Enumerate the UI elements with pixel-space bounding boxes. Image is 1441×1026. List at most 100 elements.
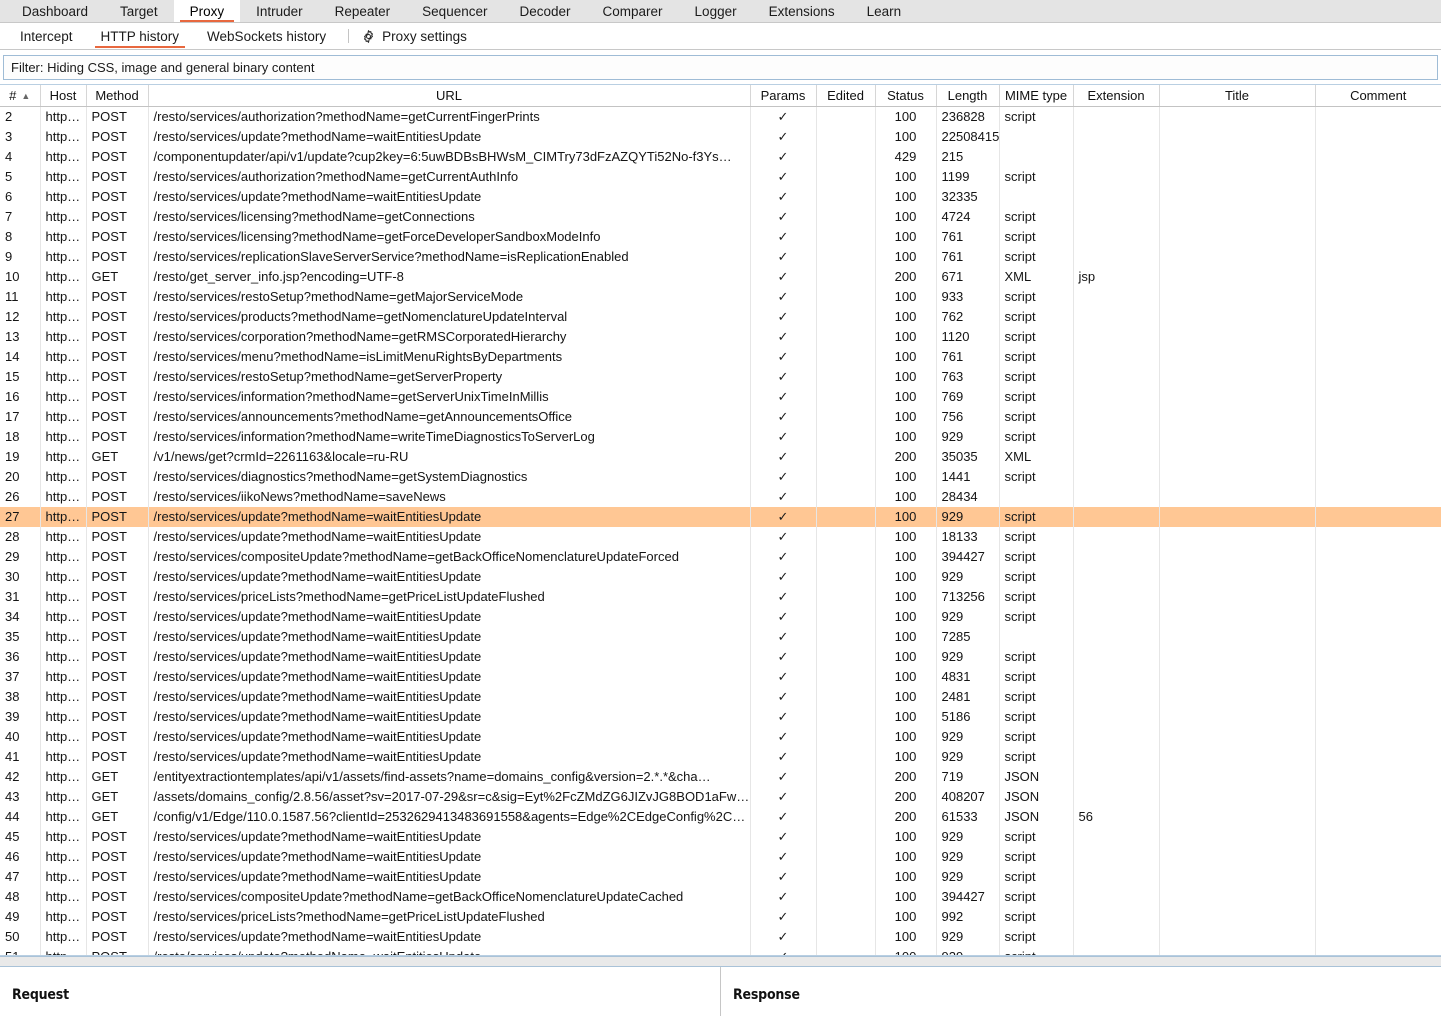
row-method: POST <box>86 226 149 247</box>
table-row[interactable]: 11 http… POST/resto/services/restoSetup?me… <box>0 286 1441 307</box>
proxy-settings-button[interactable]: Proxy settings <box>357 23 479 49</box>
table-row[interactable]: 20 http… POST/resto/services/diagnostics?m… <box>0 466 1441 487</box>
column-header-status[interactable]: Status <box>875 85 937 107</box>
table-row[interactable]: 6 http… POST/resto/services/update?methodN… <box>0 186 1441 207</box>
table-row[interactable]: 45 http… POST/resto/services/update?method… <box>0 826 1441 847</box>
table-row[interactable]: 44 http… GET/config/v1/Edge/110.0.1587.56?… <box>0 806 1441 827</box>
table-row[interactable]: 48 http… POST/resto/services/compositeUpda… <box>0 886 1441 907</box>
table-row[interactable]: 18 http… POST/resto/services/information?m… <box>0 426 1441 447</box>
sub-tab-http-history[interactable]: HTTP history <box>87 23 194 49</box>
column-header-host[interactable]: Host <box>40 85 87 107</box>
column-header-edited[interactable]: Edited <box>816 85 876 107</box>
column-header-method[interactable]: Method <box>86 85 149 107</box>
params-check-icon: ✓ <box>777 668 789 684</box>
table-row[interactable]: 39 http… POST/resto/services/update?method… <box>0 706 1441 727</box>
main-tab-learn[interactable]: Learn <box>851 0 918 22</box>
table-row[interactable]: 15 http… POST/resto/services/restoSetup?me… <box>0 366 1441 387</box>
horizontal-splitter[interactable] <box>0 956 1441 967</box>
row-title <box>1159 646 1316 667</box>
http-history-table-container[interactable]: # ▲ Host Method URL Params Edited Status … <box>0 84 1441 956</box>
table-row[interactable]: 43 http… GET/assets/domains_config/2.8.56/… <box>0 786 1441 807</box>
row-params: ✓ <box>750 626 817 647</box>
row-method: POST <box>86 666 149 687</box>
table-row[interactable]: 36 http… POST/resto/services/update?method… <box>0 646 1441 667</box>
row-comment <box>1315 707 1441 727</box>
main-tab-logger[interactable]: Logger <box>679 0 753 22</box>
row-title <box>1159 626 1316 647</box>
row-status: 100 <box>875 686 937 707</box>
sub-tab-websockets-history[interactable]: WebSockets history <box>193 23 340 49</box>
row-edited <box>816 366 876 387</box>
table-row[interactable]: 14 http… POST/resto/services/menu?methodNa… <box>0 346 1441 367</box>
table-row[interactable]: 7 http… POST/resto/services/licensing?meth… <box>0 206 1441 227</box>
main-tab-sequencer[interactable]: Sequencer <box>406 0 503 22</box>
column-header-title[interactable]: Title <box>1159 85 1316 107</box>
column-header-params[interactable]: Params <box>750 85 817 107</box>
table-row[interactable]: 30 http… POST/resto/services/update?method… <box>0 566 1441 587</box>
filter-bar[interactable]: Filter: Hiding CSS, image and general bi… <box>3 55 1438 80</box>
table-row[interactable]: 19 http… GET/v1/news/get?crmId=2261163&loc… <box>0 446 1441 467</box>
row-length: 769 <box>936 386 1000 407</box>
row-number: 11 <box>0 286 41 307</box>
table-row[interactable]: 34 http… POST/resto/services/update?method… <box>0 606 1441 627</box>
table-row[interactable]: 28 http… POST/resto/services/update?method… <box>0 526 1441 547</box>
main-tab-intruder[interactable]: Intruder <box>240 0 319 22</box>
table-row[interactable]: 35 http… POST/resto/services/update?method… <box>0 626 1441 647</box>
row-status: 100 <box>875 426 937 447</box>
table-row[interactable]: 16 http… POST/resto/services/information?m… <box>0 386 1441 407</box>
table-row[interactable]: 9 http… POST/resto/services/replicationSla… <box>0 246 1441 267</box>
table-row[interactable]: 2 http… POST/resto/services/authorization?… <box>0 106 1441 127</box>
main-tab-repeater[interactable]: Repeater <box>319 0 407 22</box>
table-row[interactable]: 38 http… POST/resto/services/update?method… <box>0 686 1441 707</box>
table-row[interactable]: 50 http… POST/resto/services/update?method… <box>0 926 1441 947</box>
row-extension <box>1073 506 1160 527</box>
table-row[interactable]: 37 http… POST/resto/services/update?method… <box>0 666 1441 687</box>
main-tab-proxy[interactable]: Proxy <box>173 0 241 22</box>
table-row[interactable]: 5 http… POST/resto/services/authorization?… <box>0 166 1441 187</box>
row-extension <box>1073 306 1160 327</box>
response-pane: Response <box>720 967 1441 1016</box>
main-tab-decoder[interactable]: Decoder <box>503 0 586 22</box>
table-row[interactable]: 41 http… POST/resto/services/update?method… <box>0 746 1441 767</box>
table-row[interactable]: 17 http… POST/resto/services/announcements… <box>0 406 1441 427</box>
column-header-number[interactable]: # ▲ <box>0 85 41 107</box>
row-length: 22508415 <box>936 126 1000 147</box>
sub-tab-intercept[interactable]: Intercept <box>6 23 87 49</box>
column-header-extension[interactable]: Extension <box>1073 85 1160 107</box>
table-row[interactable]: 40 http… POST/resto/services/update?method… <box>0 726 1441 747</box>
table-row[interactable]: 12 http… POST/resto/services/products?meth… <box>0 306 1441 327</box>
table-row[interactable]: 46 http… POST/resto/services/update?method… <box>0 846 1441 867</box>
table-row[interactable]: 49 http… POST/resto/services/priceLists?me… <box>0 906 1441 927</box>
sub-tab-separator <box>348 29 350 43</box>
table-row[interactable]: 26 http… POST/resto/services/iikoNews?meth… <box>0 486 1441 507</box>
row-method: POST <box>86 206 149 227</box>
table-row[interactable]: 10 http… GET/resto/get_server_info.jsp?enc… <box>0 266 1441 287</box>
row-extension <box>1073 906 1160 927</box>
main-tab-dashboard[interactable]: Dashboard <box>6 0 104 22</box>
table-row[interactable]: 13 http… POST/resto/services/corporation?m… <box>0 326 1441 347</box>
main-tab-target[interactable]: Target <box>104 0 174 22</box>
row-mime-type: script <box>999 546 1074 567</box>
table-row[interactable]: 3 http… POST/resto/services/update?methodN… <box>0 126 1441 147</box>
table-row[interactable]: 51 http… POST/resto/services/update?method… <box>0 946 1441 955</box>
row-number: 19 <box>0 446 41 467</box>
sub-tab-label: WebSockets history <box>207 28 327 44</box>
main-tab-label: Learn <box>866 3 902 19</box>
column-header-length[interactable]: Length <box>936 85 1000 107</box>
row-comment <box>1315 847 1441 867</box>
main-tab-extensions[interactable]: Extensions <box>753 0 851 22</box>
row-comment <box>1315 547 1441 567</box>
column-header-comment[interactable]: Comment <box>1315 85 1441 107</box>
table-row[interactable]: 31 http… POST/resto/services/priceLists?me… <box>0 586 1441 607</box>
column-header-mime-type[interactable]: MIME type <box>999 85 1074 107</box>
column-header-url[interactable]: URL <box>148 85 751 107</box>
table-row[interactable]: 27 http… POST/resto/services/update?method… <box>0 506 1441 527</box>
table-row[interactable]: 47 http… POST/resto/services/update?method… <box>0 866 1441 887</box>
table-row[interactable]: 29 http… POST/resto/services/compositeUpda… <box>0 546 1441 567</box>
table-row[interactable]: 4 http… POST/componentupdater/api/v1/updat… <box>0 146 1441 167</box>
table-row[interactable]: 42 http… GET/entityextractiontemplates/api… <box>0 766 1441 787</box>
row-edited <box>816 586 876 607</box>
table-row[interactable]: 8 http… POST/resto/services/licensing?meth… <box>0 226 1441 247</box>
row-extension <box>1073 546 1160 567</box>
main-tab-comparer[interactable]: Comparer <box>587 0 679 22</box>
